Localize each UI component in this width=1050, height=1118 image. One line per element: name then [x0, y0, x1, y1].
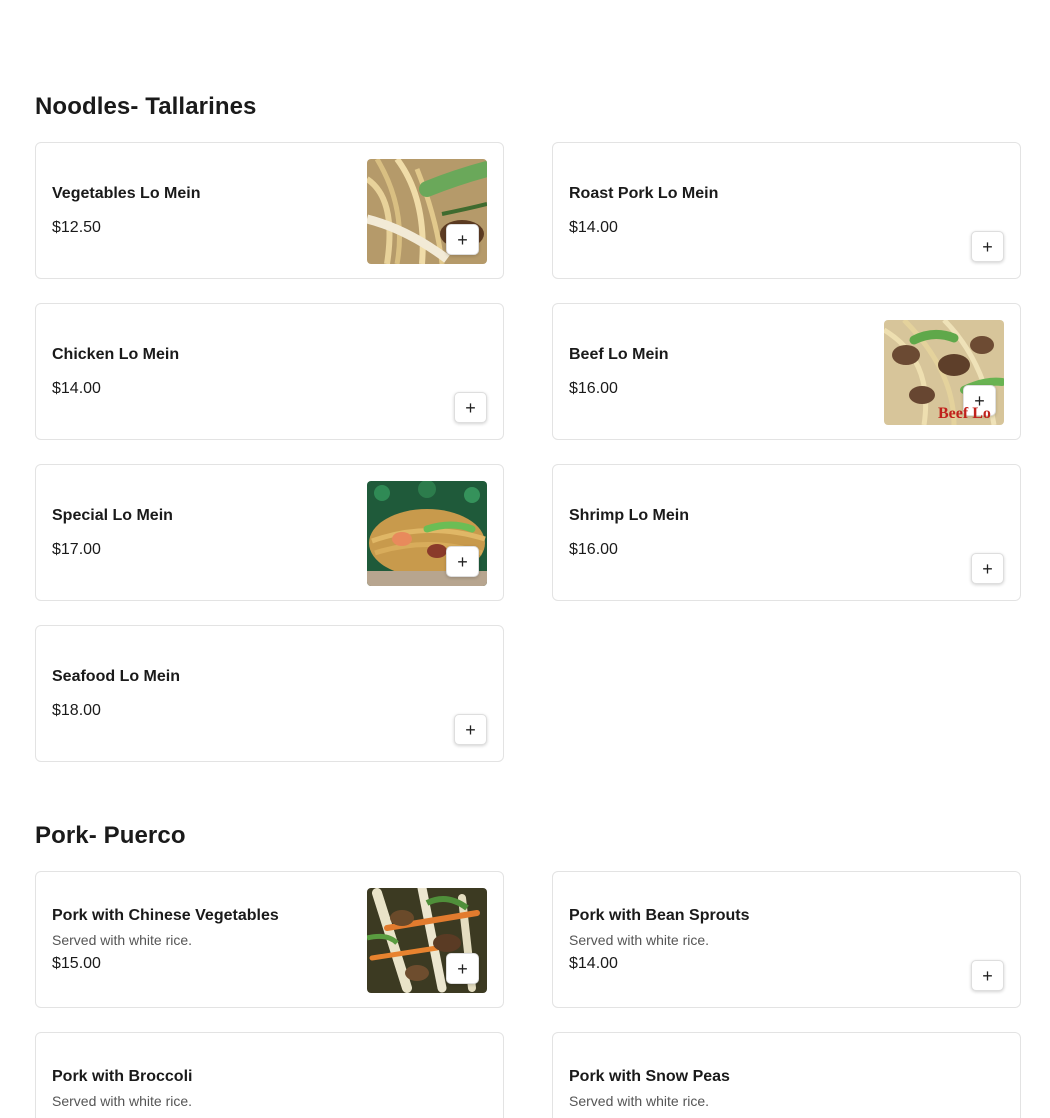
item-price: $12.50 — [52, 218, 101, 236]
item-description: Served with white rice. — [569, 931, 710, 948]
section-title-pork: Pork- Puerco — [35, 822, 186, 849]
add-to-cart-button[interactable]: + — [454, 714, 487, 745]
item-price: $14.00 — [52, 379, 101, 397]
item-name: Pork with Bean Sprouts — [569, 906, 750, 924]
add-to-cart-button[interactable]: + — [446, 953, 479, 984]
menu-item-card[interactable]: Pork with Chinese Vegetables Served with… — [35, 871, 504, 1008]
plus-icon: + — [982, 965, 993, 986]
item-name: Pork with Broccoli — [52, 1068, 193, 1085]
item-name: Special Lo Mein — [52, 506, 173, 524]
item-price: $17.00 — [52, 540, 101, 558]
add-to-cart-button[interactable]: + — [971, 553, 1004, 584]
item-price: $14.00 — [569, 218, 618, 236]
menu-item-card[interactable]: Pork with Bean Sprouts Served with white… — [552, 871, 1021, 1008]
item-price: $16.00 — [569, 379, 618, 397]
add-to-cart-button[interactable]: + — [971, 231, 1004, 262]
add-to-cart-button[interactable]: + — [454, 392, 487, 423]
add-to-cart-button[interactable]: + — [446, 546, 479, 577]
item-name: Shrimp Lo Mein — [569, 506, 689, 524]
plus-icon: + — [457, 551, 468, 572]
item-name: Chicken Lo Mein — [52, 345, 180, 363]
add-to-cart-button[interactable]: + — [446, 224, 479, 255]
menu-item-card[interactable]: Chicken Lo Mein $14.00 + — [35, 303, 504, 440]
item-description: Served with white rice. — [569, 1093, 710, 1109]
item-price: $16.00 — [569, 540, 618, 558]
section-title-noodles: Noodles- Tallarines — [35, 93, 257, 120]
item-name: Vegetables Lo Mein — [52, 184, 201, 202]
item-name: Beef Lo Mein — [569, 345, 669, 363]
item-price: $18.00 — [52, 701, 101, 719]
item-description: Served with white rice. — [52, 931, 193, 948]
item-name: Pork with Snow Peas — [569, 1068, 730, 1085]
plus-icon: + — [982, 236, 993, 257]
item-description: Served with white rice. — [52, 1093, 193, 1109]
add-to-cart-button[interactable]: + — [971, 960, 1004, 991]
plus-icon: + — [465, 719, 476, 740]
item-name: Pork with Chinese Vegetables — [52, 906, 279, 924]
plus-icon: + — [465, 397, 476, 418]
menu-item-card[interactable]: Seafood Lo Mein $18.00 + — [35, 625, 504, 762]
menu-item-card[interactable]: Shrimp Lo Mein $16.00 + — [552, 464, 1021, 601]
plus-icon: + — [457, 958, 468, 979]
plus-icon: + — [982, 558, 993, 579]
item-name: Seafood Lo Mein — [52, 667, 180, 685]
item-price: $14.00 — [569, 954, 618, 972]
plus-icon: + — [457, 229, 468, 250]
item-price: $15.00 — [52, 954, 101, 972]
item-photo[interactable]: + — [367, 481, 487, 586]
menu-item-card[interactable]: Pork with Snow Peas Served with white ri… — [552, 1032, 1021, 1118]
item-photo[interactable]: + — [367, 888, 487, 993]
menu-item-card[interactable]: Vegetables Lo Mein $12.50 + — [35, 142, 504, 279]
item-photo[interactable]: + — [367, 159, 487, 264]
menu-item-card[interactable]: Pork with Broccoli Served with white ric… — [35, 1032, 504, 1118]
menu-item-card[interactable]: Roast Pork Lo Mein $14.00 + — [552, 142, 1021, 279]
item-name: Roast Pork Lo Mein — [569, 184, 719, 202]
image-caption: Beef Lo — [938, 405, 991, 422]
menu-item-card[interactable]: Special Lo Mein $17.00 + — [35, 464, 504, 601]
